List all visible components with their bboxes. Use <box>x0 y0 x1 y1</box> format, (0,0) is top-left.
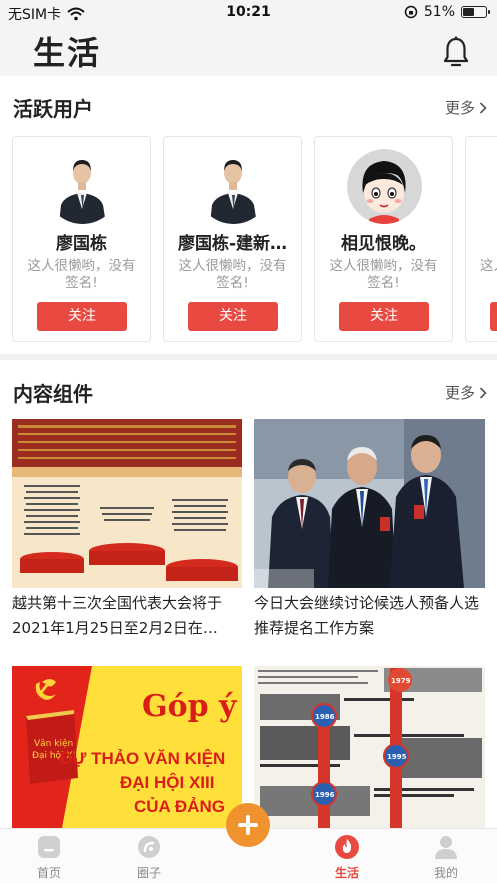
user-card[interactable]: 这人 <box>465 136 497 342</box>
user-card[interactable]: 廖国栋-建新… 这人很懒哟，没有签名! 关注 <box>163 136 302 342</box>
poster-line3: CỦA ĐẢNG <box>134 797 225 816</box>
news-title[interactable]: 越共第十三次全国代表大会将于2021年1月25日至2月2日在… <box>12 591 244 641</box>
user-name: 相见恨晚。 <box>341 234 426 254</box>
tab-life[interactable]: 生活 <box>317 831 377 883</box>
user-signature: 这人很懒哟，没有签名! <box>178 258 287 291</box>
tab-label: 生活 <box>334 866 359 880</box>
chevron-right-icon <box>479 386 487 399</box>
poster-line1: DỰ THẢO VĂN KIỆN <box>60 749 225 768</box>
battery-percent: 51% <box>423 4 455 20</box>
more-link[interactable]: 更多 <box>445 382 487 403</box>
timeline-year: 1979 <box>391 677 411 685</box>
rotation-lock-icon <box>404 5 418 19</box>
post-button[interactable] <box>226 803 270 847</box>
circle-icon <box>138 836 160 858</box>
avatar <box>347 149 422 224</box>
news-thumbnail[interactable] <box>254 419 485 588</box>
avatar <box>45 149 120 224</box>
news-thumbnail[interactable] <box>12 419 242 588</box>
section-title: 内容组件 <box>13 382 93 406</box>
follow-button[interactable]: 关注 <box>339 302 429 331</box>
user-signature: 这人很懒哟，没有签名! <box>27 258 136 291</box>
more-link[interactable]: 更多 <box>445 97 487 118</box>
content-header: 内容组件 更多 <box>0 378 497 408</box>
user-signature: 这人很懒哟，没有签名! <box>329 258 438 291</box>
news-thumbnail[interactable]: Văn kiện Đại hội XIII Góp ý DỰ THẢO VĂN … <box>12 666 242 828</box>
section-title: 活跃用户 <box>13 97 93 121</box>
person-icon <box>435 836 457 859</box>
section-divider <box>0 354 497 360</box>
news-title[interactable]: 今日大会继续讨论候选人预备人选推荐提名工作方案 <box>254 591 489 641</box>
poster-line2: ĐẠI HỘI XIII <box>120 773 214 792</box>
status-bar: 无SIM卡 10:21 51% <box>0 0 497 26</box>
plus-icon <box>238 815 258 835</box>
timeline-year: 1995 <box>387 753 407 761</box>
more-label: 更多 <box>444 384 475 402</box>
follow-button[interactable]: 关注 <box>37 302 127 331</box>
user-name: 廖国栋 <box>56 234 107 254</box>
user-card[interactable]: 廖国栋 这人很懒哟，没有签名! 关注 <box>12 136 151 342</box>
user-name: 廖国栋-建新… <box>177 234 288 254</box>
user-signature: 这人 <box>480 258 497 274</box>
active-users-header: 活跃用户 更多 <box>0 93 497 123</box>
more-label: 更多 <box>444 99 475 117</box>
header-bar: 生活 <box>0 26 497 76</box>
avatar <box>196 149 271 224</box>
tab-label: 圈子 <box>136 866 161 880</box>
home-icon <box>38 836 60 858</box>
follow-button[interactable] <box>490 302 497 331</box>
tab-circle[interactable]: 圈子 <box>119 831 179 883</box>
status-right: 51% <box>404 4 490 20</box>
chevron-right-icon <box>479 101 487 114</box>
user-card[interactable]: 相见恨晚。 这人很懒哟，没有签名! 关注 <box>314 136 453 342</box>
timeline-year: 1996 <box>315 791 335 799</box>
flame-icon <box>335 835 359 859</box>
timeline-year: 1986 <box>315 713 335 721</box>
tab-label: 首页 <box>36 866 61 880</box>
follow-button[interactable]: 关注 <box>188 302 278 331</box>
tab-home[interactable]: 首页 <box>19 831 79 883</box>
poster-gop-y: Góp ý <box>142 689 238 724</box>
tab-label: 我的 <box>433 866 458 880</box>
battery-icon <box>461 6 490 18</box>
page-title: 生活 <box>33 34 102 72</box>
news-thumbnail[interactable]: 1979 1986 1995 1996 <box>254 666 485 828</box>
bell-icon[interactable] <box>443 36 469 68</box>
tab-me[interactable]: 我的 <box>416 831 476 883</box>
poster-book-line1: Văn kiện <box>34 738 73 749</box>
active-users-list: 廖国栋 这人很懒哟，没有签名! 关注 廖国栋-建新… 这人很懒哟，没有签名! 关… <box>12 136 497 342</box>
